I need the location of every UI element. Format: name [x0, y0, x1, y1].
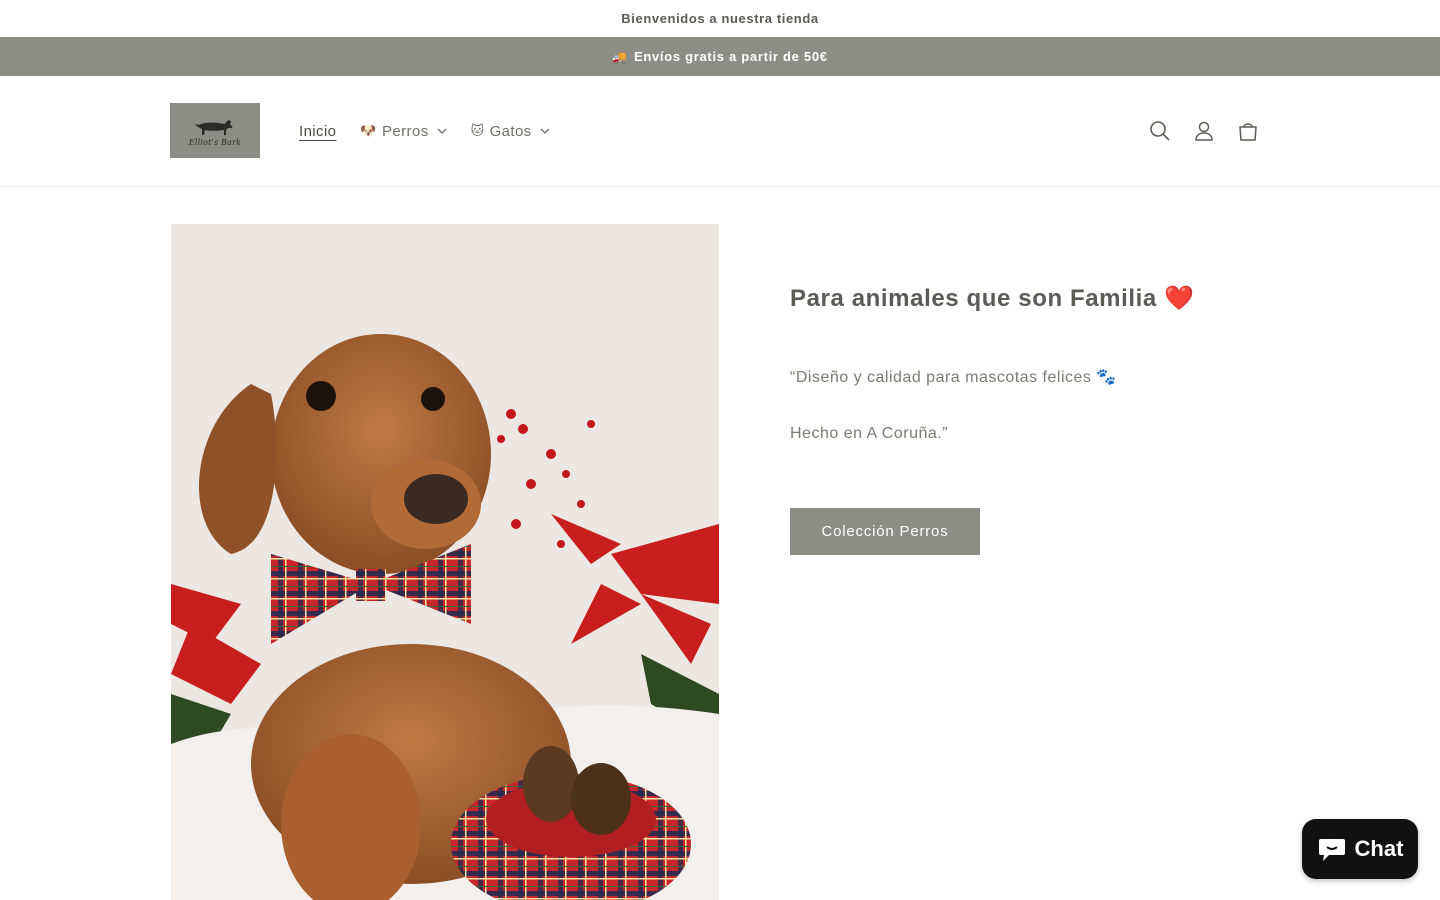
site-header: Elliot's Bark Inicio 🐶 Perros 🐱 Gatos — [0, 76, 1440, 187]
chat-label: Chat — [1354, 836, 1404, 861]
logo-text: Elliot's Bark — [188, 137, 242, 147]
nav-item-label: Inicio — [299, 122, 337, 140]
coleccion-perros-button[interactable]: Colección Perros — [790, 508, 980, 555]
main-nav: Inicio 🐶 Perros 🐱 Gatos — [299, 76, 574, 186]
header-icons — [1138, 76, 1270, 186]
hero-image-dachshund — [171, 224, 719, 900]
cart-icon[interactable] — [1226, 109, 1270, 153]
nav-item-label: Perros — [382, 122, 429, 140]
hero-description-line1: “Diseño y calidad para mascotas felices … — [790, 369, 1117, 386]
truck-icon: 🚚 — [612, 49, 628, 64]
nav-item-label: Gatos — [489, 122, 532, 140]
chevron-down-icon — [437, 128, 447, 134]
welcome-text: Bienvenidos a nuestra tienda — [621, 11, 819, 26]
hero-title-text: Para animales que son Familia — [790, 285, 1157, 312]
announcement-bar: 🚚 Envíos gratis a partir de 50€ — [0, 37, 1440, 76]
shipping-text: Envíos gratis a partir de 50€ — [633, 49, 828, 64]
hero-content: Para animales que son Familia ❤️ “Diseño… — [790, 284, 1290, 443]
dog-icon: 🐶 — [360, 123, 378, 138]
nav-item-perros[interactable]: 🐶 Perros — [360, 122, 447, 140]
dachshund-photo-illustration — [171, 224, 719, 900]
dachshund-logo-icon — [195, 119, 233, 135]
hero-description-line2: Hecho en A Coruña.” — [790, 425, 949, 443]
account-icon[interactable] — [1182, 109, 1226, 153]
cat-icon: 🐱 — [470, 123, 485, 138]
heart-icon: ❤️ — [1164, 285, 1195, 312]
chat-button[interactable]: Chat — [1302, 819, 1418, 879]
store-logo[interactable]: Elliot's Bark — [170, 103, 260, 158]
nav-item-gatos[interactable]: 🐱 Gatos — [471, 123, 550, 140]
chevron-down-icon — [540, 128, 550, 134]
search-icon[interactable] — [1138, 109, 1182, 153]
chat-bubble-icon — [1318, 839, 1345, 861]
hero-title: Para animales que son Familia ❤️ — [790, 284, 1290, 313]
nav-item-inicio[interactable]: Inicio — [299, 123, 336, 140]
announcement-welcome: Bienvenidos a nuestra tienda — [0, 0, 1440, 37]
